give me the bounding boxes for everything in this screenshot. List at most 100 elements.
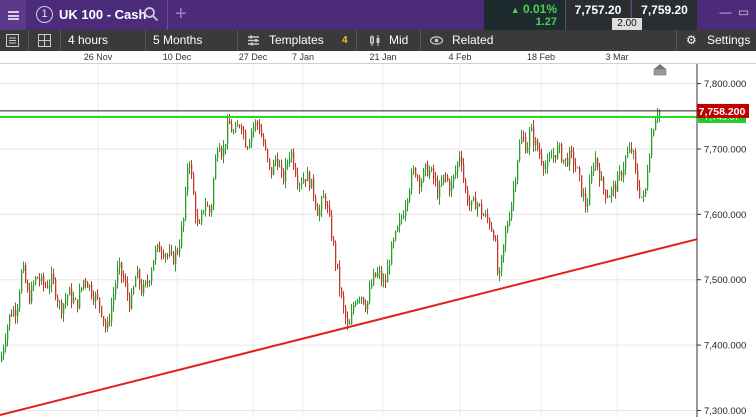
- candle-body: [295, 167, 297, 176]
- panel-list-icon[interactable]: [6, 34, 19, 47]
- candle-body: [465, 179, 467, 190]
- eye-icon[interactable]: [430, 34, 443, 47]
- candle-body: [27, 282, 29, 290]
- candle-body: [285, 163, 287, 182]
- candle-body: [199, 222, 201, 224]
- candle-body: [537, 139, 539, 150]
- candle-body: [593, 167, 595, 172]
- templates-button[interactable]: Templates: [269, 30, 324, 51]
- candle-body: [609, 196, 611, 198]
- candle-body: [655, 119, 657, 131]
- candle-body: [407, 199, 409, 207]
- candle-body: [171, 251, 173, 253]
- candle-body: [329, 207, 331, 216]
- candle-body: [5, 340, 7, 348]
- date-tick: 18 Feb: [526, 52, 556, 62]
- y-tick-label: 7,600.000: [704, 210, 746, 221]
- gear-icon[interactable]: ⚙: [686, 30, 697, 51]
- candle-body: [253, 126, 255, 131]
- candle-body: [477, 203, 479, 210]
- candle-body: [133, 286, 135, 294]
- minimize-icon[interactable]: —: [719, 6, 732, 19]
- search-icon[interactable]: [143, 6, 159, 22]
- candle-body: [575, 165, 577, 168]
- chart-canvas[interactable]: 7,800.000 7,700.000 7,600.000 7,500.000 7,40…: [0, 64, 756, 417]
- candle-body: [13, 309, 15, 316]
- candle-body: [653, 130, 655, 136]
- candle-body: [175, 250, 177, 264]
- candle-body: [183, 218, 185, 227]
- candle-body: [283, 170, 285, 182]
- candle-body: [81, 287, 83, 291]
- candle-body: [273, 162, 275, 175]
- add-tab-icon[interactable]: +: [175, 3, 187, 26]
- candle-body: [137, 269, 139, 279]
- candle-body: [131, 293, 133, 309]
- y-tick-label: 7,400.000: [704, 341, 746, 352]
- candle-body: [141, 284, 143, 294]
- related-button[interactable]: Related: [452, 30, 493, 51]
- candlestick-icon[interactable]: [369, 34, 382, 47]
- candle-body: [105, 321, 107, 329]
- candle-body: [305, 179, 307, 182]
- candle-body: [311, 178, 313, 189]
- candle-body: [163, 253, 165, 258]
- candle-body: [217, 151, 219, 159]
- candle-body: [59, 302, 61, 304]
- price-chart[interactable]: 7,800.000 7,700.000 7,600.000 7,500.000 7,40…: [0, 64, 756, 417]
- candle-body: [425, 163, 427, 170]
- sell-price: 7,757.20: [574, 3, 622, 17]
- candle-body: [113, 294, 115, 305]
- candle-body: [257, 121, 259, 124]
- candle-body: [621, 172, 623, 177]
- candle-body: [549, 157, 551, 161]
- candle-body: [433, 167, 435, 179]
- maximize-icon[interactable]: ▭: [737, 6, 750, 19]
- candle-body: [363, 297, 365, 304]
- candle-body: [53, 273, 55, 280]
- candle-body: [639, 186, 641, 197]
- candle-body: [279, 165, 281, 167]
- toolbar-divider: [420, 30, 421, 51]
- candle-body: [563, 159, 565, 162]
- range-selector[interactable]: 5 Months: [153, 30, 202, 51]
- candle-body: [297, 175, 299, 185]
- toolbar-divider: [676, 30, 677, 51]
- layout-grid-icon[interactable]: [38, 34, 51, 47]
- candle-body: [467, 189, 469, 203]
- candle-body: [405, 206, 407, 216]
- candle-body: [411, 172, 413, 191]
- top-bar: 1 UK 100 - Cash + ▲ 0.01% 1.27 7,757.20 …: [0, 0, 756, 30]
- templates-icon[interactable]: [247, 34, 260, 47]
- candle-body: [241, 125, 243, 131]
- candle-body: [479, 203, 481, 205]
- candle-body: [121, 262, 123, 276]
- candle-body: [543, 162, 545, 169]
- candle-body: [207, 205, 209, 207]
- candle-body: [151, 270, 153, 282]
- candle-body: [401, 218, 403, 220]
- candle-body: [449, 180, 451, 192]
- candle-body: [299, 184, 301, 186]
- candle-body: [19, 292, 21, 308]
- price-type-selector[interactable]: Mid: [389, 30, 408, 51]
- candle-body: [155, 249, 157, 261]
- tab-number-badge[interactable]: 1: [36, 6, 53, 23]
- up-arrow-icon: ▲: [510, 5, 520, 15]
- candle-body: [83, 280, 85, 288]
- candle-body: [437, 181, 439, 198]
- candle-body: [89, 284, 91, 288]
- candle-body: [291, 151, 293, 158]
- candle-body: [349, 323, 351, 325]
- candle-body: [533, 127, 535, 145]
- menu-icon[interactable]: [0, 0, 26, 30]
- interval-selector[interactable]: 4 hours: [68, 30, 108, 51]
- settings-button[interactable]: Settings: [707, 30, 750, 51]
- candle-body: [369, 287, 371, 302]
- candle-body: [397, 226, 399, 232]
- candle-body: [601, 177, 603, 181]
- change-percent-value: 0.01%: [522, 2, 557, 16]
- candle-body: [589, 182, 591, 205]
- instrument-title[interactable]: UK 100 - Cash: [59, 7, 146, 22]
- candle-body: [23, 265, 25, 272]
